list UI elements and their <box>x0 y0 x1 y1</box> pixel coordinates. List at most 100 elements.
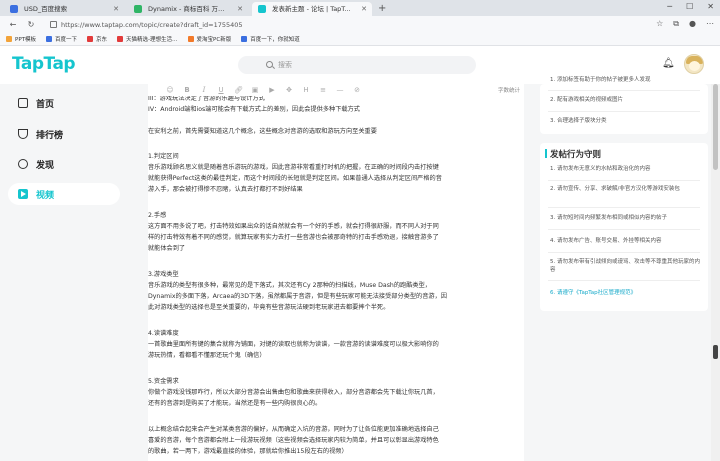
sidebar-item-discover[interactable]: 发现 <box>8 153 120 175</box>
bookmark-label: 爱淘宝PC新版 <box>196 37 232 43</box>
bookmark-item[interactable]: 天猫精选-理想生活… <box>117 35 178 43</box>
search-placeholder: 搜索 <box>278 61 292 69</box>
left-sidebar: 首页 排行榜 发现 视频 <box>0 84 138 461</box>
close-tab-icon[interactable]: ✕ <box>237 2 243 16</box>
editor-line: 5.资金需求 <box>148 378 179 385</box>
browser-tab[interactable]: Dynamix - 商标百科 万有留可用… ✕ <box>128 2 248 16</box>
url-field[interactable]: https://www.taptap.com/topic/create?draf… <box>50 21 243 29</box>
new-tab-icon[interactable]: + <box>378 2 386 16</box>
bookmark-label: PPT模板 <box>15 37 36 43</box>
home-icon <box>18 98 28 108</box>
divider <box>548 90 700 91</box>
editor-line: 以上概念结合起来会产生对某类音游的偏好，从而确定入坑的音游，同时为了让各位能更加… <box>148 426 439 433</box>
bookmark-favicon-icon <box>117 36 124 42</box>
divider <box>548 252 700 253</box>
editor-line: 还有的音游到是购买了才能玩，当然还是有一些内购很良心的。 <box>148 400 322 407</box>
link-icon[interactable]: 🔗︎ <box>234 86 243 94</box>
star-icon[interactable]: ☆ <box>656 19 663 29</box>
window-controls: ─ ☐ ✕ <box>667 2 714 11</box>
underline-icon[interactable]: U <box>217 86 225 94</box>
browser-tab-strip: USD_百度搜索 ✕ Dynamix - 商标百科 万有留可用… ✕ 发表新主题… <box>0 0 720 16</box>
side-drawer-handle[interactable] <box>713 345 718 359</box>
search-input[interactable]: 搜索 <box>238 56 476 74</box>
bookmarks-bar: PPT模板 百度一下 京东 天猫精选-理想生活… 爱淘宝PC新版 百度一下，你就… <box>0 33 720 46</box>
back-icon[interactable]: ← <box>8 20 18 29</box>
close-tab-icon[interactable]: ✕ <box>361 2 367 16</box>
url-text: https://www.taptap.com/topic/create?draf… <box>61 20 243 29</box>
extensions-icon[interactable]: ⧉ <box>673 19 679 29</box>
community-rules-link[interactable]: 6. 请遵守《TapTap社区管理规范》 <box>550 289 700 297</box>
sidebar-item-video[interactable]: 视频 <box>8 183 120 205</box>
editor-line: 样的打击特效有着不同的感觉，就算玩家有实力去打一些音游也会被那奇特的打击手感劝退… <box>148 234 439 241</box>
divider-icon[interactable]: — <box>336 86 344 94</box>
editor-line: 1.判定区间 <box>148 153 179 160</box>
editor-toolbar: ☺ B I U 🔗︎ ▣ ▶ ✥ H ≡ — ⊘ 字数统计 <box>148 84 524 96</box>
browser-tab[interactable]: USD_百度搜索 ✕ <box>4 2 124 16</box>
user-avatar[interactable] <box>684 54 704 74</box>
heading-icon[interactable]: H <box>302 86 310 94</box>
taptap-logo[interactable]: TapTap <box>12 54 76 74</box>
clear-format-icon[interactable]: ⊘ <box>353 86 361 94</box>
rule-item: 3. 请勿短时间内频繁发布相同或相似内容的帖子 <box>550 215 667 221</box>
editor-line: 喜爱的音游，每个音游都会附上一段游玩视频（这些视频会选择玩家内较为简单，并且可以… <box>148 437 439 444</box>
scrollbar-thumb[interactable] <box>713 84 718 170</box>
bookmark-label: 百度一下，你就知道 <box>250 37 300 43</box>
divider <box>548 111 700 112</box>
posting-tips-panel: 1. 添加标签有助于你的帖子被更多人发现 2. 配有游戏相关的视频或图片 3. … <box>540 77 708 134</box>
sidebar-item-home[interactable]: 首页 <box>8 92 120 114</box>
browser-tab-active[interactable]: 发表新主题 - 论坛 | TapTap 发现… ✕ <box>252 2 372 16</box>
editor-line: 游入手，那会被打得惨不忍睹，认真去打都打不到好结果 <box>148 186 303 193</box>
address-bar: ← ↻ https://www.taptap.com/topic/create?… <box>0 16 720 33</box>
emoji-icon[interactable]: ☺ <box>166 86 174 94</box>
editor-line: 游玩热情，看都看不懂那还玩个鬼（确信） <box>148 352 266 359</box>
video-insert-icon[interactable]: ▶ <box>268 86 276 94</box>
tab-favicon-icon <box>134 5 142 13</box>
tab-favicon-icon <box>10 5 18 13</box>
divider <box>548 229 700 230</box>
profile-icon[interactable]: ● <box>689 19 696 29</box>
trophy-icon <box>18 129 28 139</box>
sidebar-item-rankings[interactable]: 排行榜 <box>8 123 120 145</box>
editor-line: 此对游戏类型的选择也是至关重要的，毕竟有些音游玩法硬到老玩家进去都要摔个半死。 <box>148 304 390 311</box>
more-icon[interactable]: ⋯ <box>706 19 714 29</box>
video-icon <box>18 189 28 199</box>
discover-icon <box>18 159 28 169</box>
editor-line: Dynamix的多面下落，Arcaea的3D下落，虽然都属于音游，但是有些玩家可… <box>148 293 447 300</box>
sidebar-item-label: 排行榜 <box>36 130 64 141</box>
bookmark-favicon-icon <box>6 36 12 42</box>
editor-line: 就能获得Perfect这类的最佳判定，而这个时间段的长短就是判定区间。如果普通人… <box>148 175 442 182</box>
bookmark-label: 百度一下 <box>55 37 78 43</box>
bookmark-item[interactable]: 百度一下，你就知道 <box>241 35 300 43</box>
sidebar-item-label: 首页 <box>36 99 55 110</box>
editor-line: 音乐游戏的类型有很多种，最常见的是下落式，其次还有Cy 2那种的扫描线，Muse… <box>148 282 431 289</box>
lock-icon <box>50 21 57 28</box>
editor-line: 在安利之前，首先需要知道这几个概念，这些概念对音游的选取和游玩方向至关重要 <box>148 128 377 135</box>
maximize-icon[interactable]: ☐ <box>686 2 693 11</box>
browser-actions: ☆ ⧉ ● ⋯ <box>656 19 714 29</box>
italic-icon[interactable]: I <box>200 86 208 94</box>
post-editor[interactable]: III：游戏玩法决定了音游的乐趣与设计方式 IV：Android端和ios端可能… <box>148 84 524 461</box>
rule-item: 4. 请勿发布广告、账号交易、外挂等相关内容 <box>550 238 662 244</box>
bookmark-item[interactable]: 百度一下 <box>46 35 77 43</box>
close-window-icon[interactable]: ✕ <box>707 2 714 11</box>
bookmark-item[interactable]: PPT模板 <box>6 35 36 43</box>
tab-label: Dynamix - 商标百科 万有留可用… <box>148 5 248 13</box>
avatar-face <box>689 61 700 71</box>
page-scrollbar[interactable] <box>711 84 720 461</box>
bold-icon[interactable]: B <box>183 86 191 94</box>
bookmark-item[interactable]: 京东 <box>87 35 107 43</box>
notification-bell-icon[interactable]: 🔔︎ <box>662 58 675 70</box>
panel-title: 发帖行为守则 <box>544 149 602 160</box>
list-icon[interactable]: ≡ <box>319 86 327 94</box>
bookmark-favicon-icon <box>241 36 248 42</box>
tip-item: 1. 添加标签有助于你的帖子被更多人发现 <box>550 77 651 83</box>
close-tab-icon[interactable]: ✕ <box>113 2 119 16</box>
image-icon[interactable]: ▣ <box>251 86 259 94</box>
move-icon[interactable]: ✥ <box>285 86 293 94</box>
rule-item: 1. 请勿发布无意义的水帖和政治化的内容 <box>550 166 651 172</box>
reload-icon[interactable]: ↻ <box>26 20 36 29</box>
editor-line: 你做个游戏没钱那咋行，所以大部分音游会出售曲包和歌曲来获得收入，部分音游都会先下… <box>148 389 439 396</box>
editor-line: 这方面不用多说了吧，打击特效如果出众的话自然就会有一个好的手感，就会打得很舒服，… <box>148 223 439 230</box>
bookmark-item[interactable]: 爱淘宝PC新版 <box>187 35 232 43</box>
minimize-icon[interactable]: ─ <box>667 2 672 11</box>
